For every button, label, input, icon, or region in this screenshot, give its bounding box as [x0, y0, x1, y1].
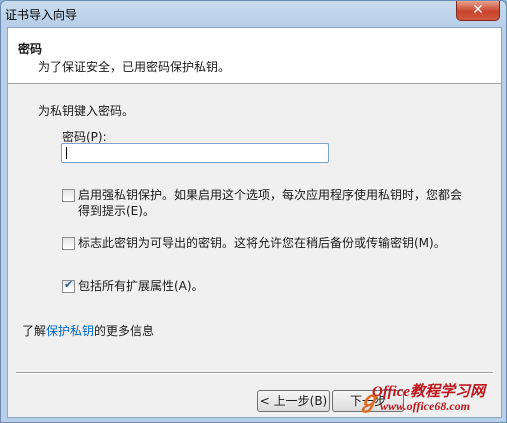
learn-more-text: 了解保护私钥的更多信息	[22, 324, 155, 338]
exportable-label: 标志此密钥为可导出的密钥。这将允许您在稍后备份或传输密钥(M)。	[78, 236, 446, 250]
back-button[interactable]: < 上一步(B)	[257, 390, 330, 412]
page-description: 为了保证安全，已用密码保护私钥。	[38, 60, 231, 74]
extended-properties-checkbox[interactable]: ✔	[62, 278, 75, 293]
wizard-body: 密码 为了保证安全，已用密码保护私钥。 为私钥键入密码。 密码(P): 启用强私…	[7, 27, 502, 418]
close-icon: ✕	[472, 2, 484, 18]
footer-divider	[16, 372, 493, 374]
extended-properties-label: 包括所有扩展属性(A)。	[78, 279, 204, 293]
wizard-header: 密码 为了保证安全，已用密码保护私钥。	[8, 28, 501, 84]
protect-private-key-link[interactable]: 保护私钥	[46, 324, 94, 338]
exportable-checkbox[interactable]	[62, 237, 75, 250]
password-prompt: 为私钥键入密码。	[38, 104, 135, 118]
title-bar[interactable]: 证书导入向导 ✕	[1, 1, 506, 27]
password-input[interactable]	[61, 143, 329, 163]
text-caret	[66, 147, 67, 159]
close-button[interactable]: ✕	[456, 1, 500, 21]
watermark-url: www.office68.com	[380, 399, 470, 413]
window-title: 证书导入向导	[5, 8, 78, 22]
watermark: ℊ Office教程学习网 www.office68.com	[358, 380, 500, 416]
strong-protection-checkbox[interactable]	[62, 189, 75, 202]
wizard-window: 证书导入向导 ✕ 密码 为了保证安全，已用密码保护私钥。 为私钥键入密码。 密码…	[0, 0, 507, 423]
watermark-brand: Office教程学习网	[372, 384, 486, 400]
strong-protection-label: 启用强私钥保护。如果启用这个选项，每次应用程序使用私钥时，您都会 得到提示(E)…	[78, 188, 463, 218]
checkmark-icon: ✔	[64, 278, 74, 291]
page-title: 密码	[18, 42, 43, 56]
